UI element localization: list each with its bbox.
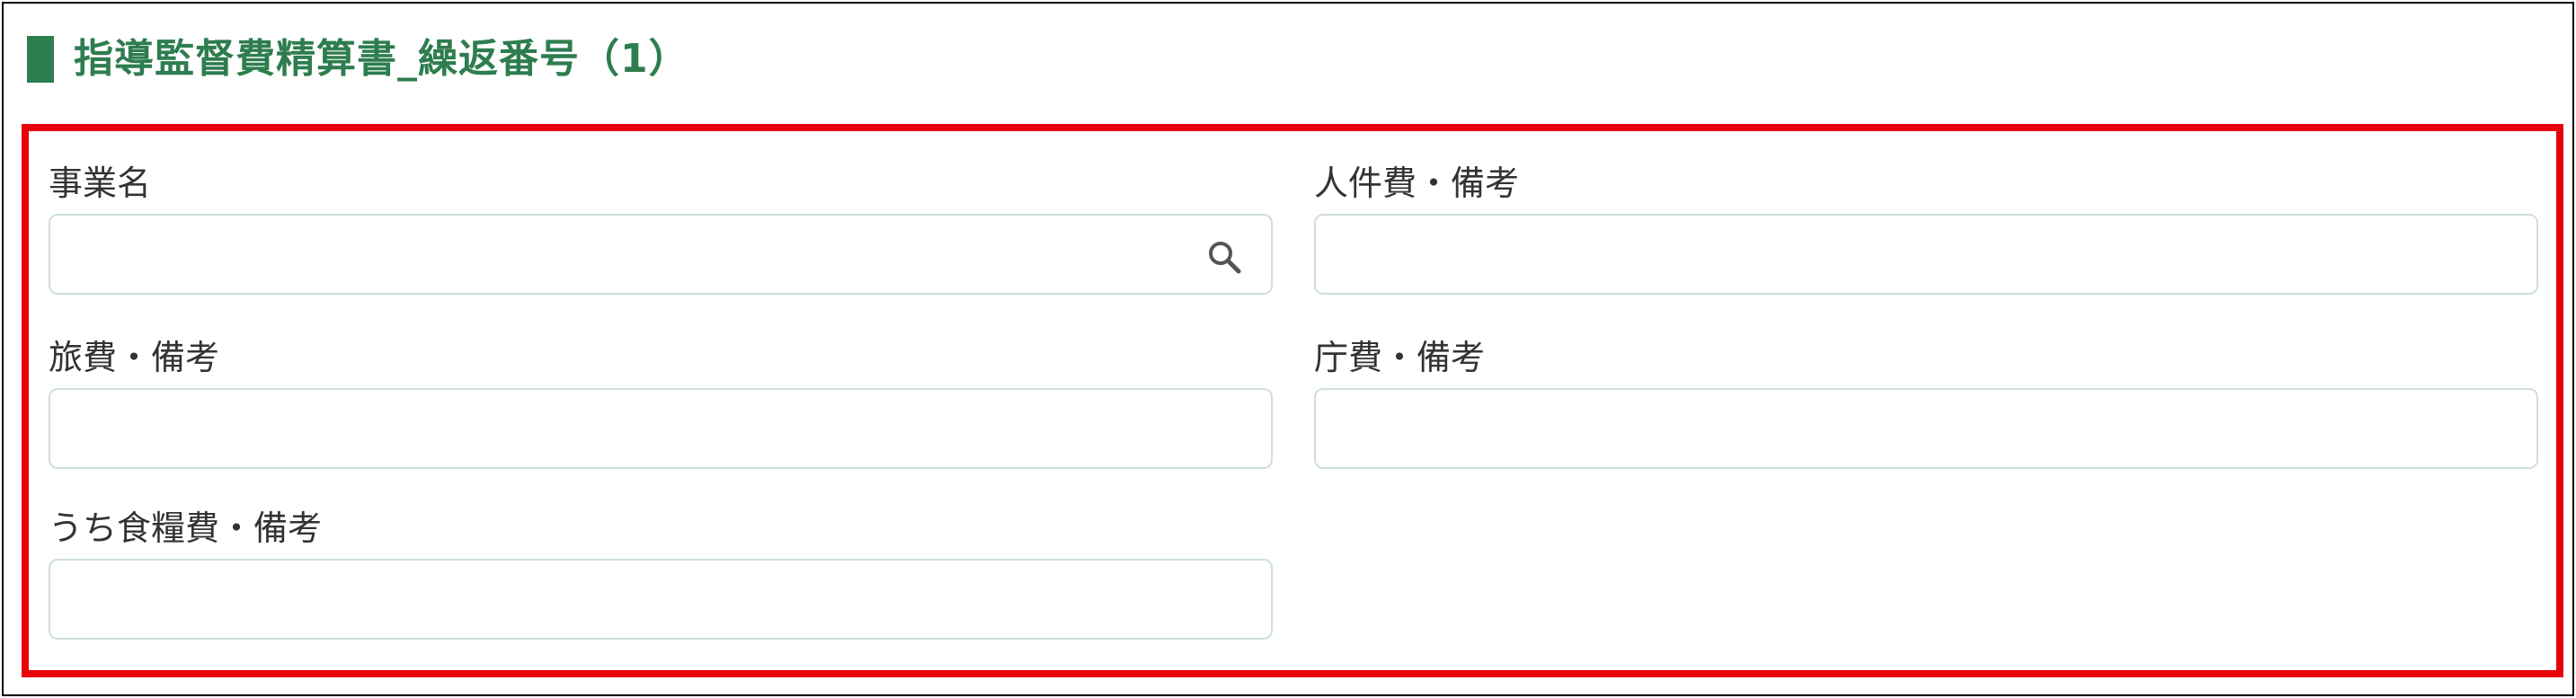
field-business-name: 事業名 — [49, 163, 151, 203]
business-name-input[interactable] — [49, 214, 1273, 295]
food-cost-note-input[interactable] — [49, 559, 1273, 640]
travel-cost-note-input[interactable] — [49, 388, 1273, 469]
field-office-cost-note: 庁費・備考 — [1314, 338, 1485, 377]
personnel-cost-note-label: 人件費・備考 — [1314, 163, 1520, 203]
food-cost-note-label: うち食糧費・備考 — [49, 508, 323, 548]
field-food-cost-note: うち食糧費・備考 — [49, 508, 322, 548]
section-accent-bar — [27, 36, 54, 83]
travel-cost-note-label: 旅費・備考 — [49, 338, 220, 377]
office-cost-note-label: 庁費・備考 — [1314, 338, 1486, 377]
search-icon[interactable] — [1206, 239, 1242, 275]
field-personnel-cost-note: 人件費・備考 — [1314, 163, 1519, 203]
office-cost-note-input[interactable] — [1314, 388, 2538, 469]
section-header: 指導監督費精算書_繰返番号（1） — [27, 36, 689, 83]
business-name-label: 事業名 — [49, 163, 152, 203]
section-title: 指導監督費精算書_繰返番号（1） — [74, 36, 689, 82]
form-panel: 指導監督費精算書_繰返番号（1） 事業名 旅費・備考 うち食糧費・備考 人件費・… — [2, 2, 2574, 696]
field-travel-cost-note: 旅費・備考 — [49, 338, 219, 377]
personnel-cost-note-input[interactable] — [1314, 214, 2538, 295]
